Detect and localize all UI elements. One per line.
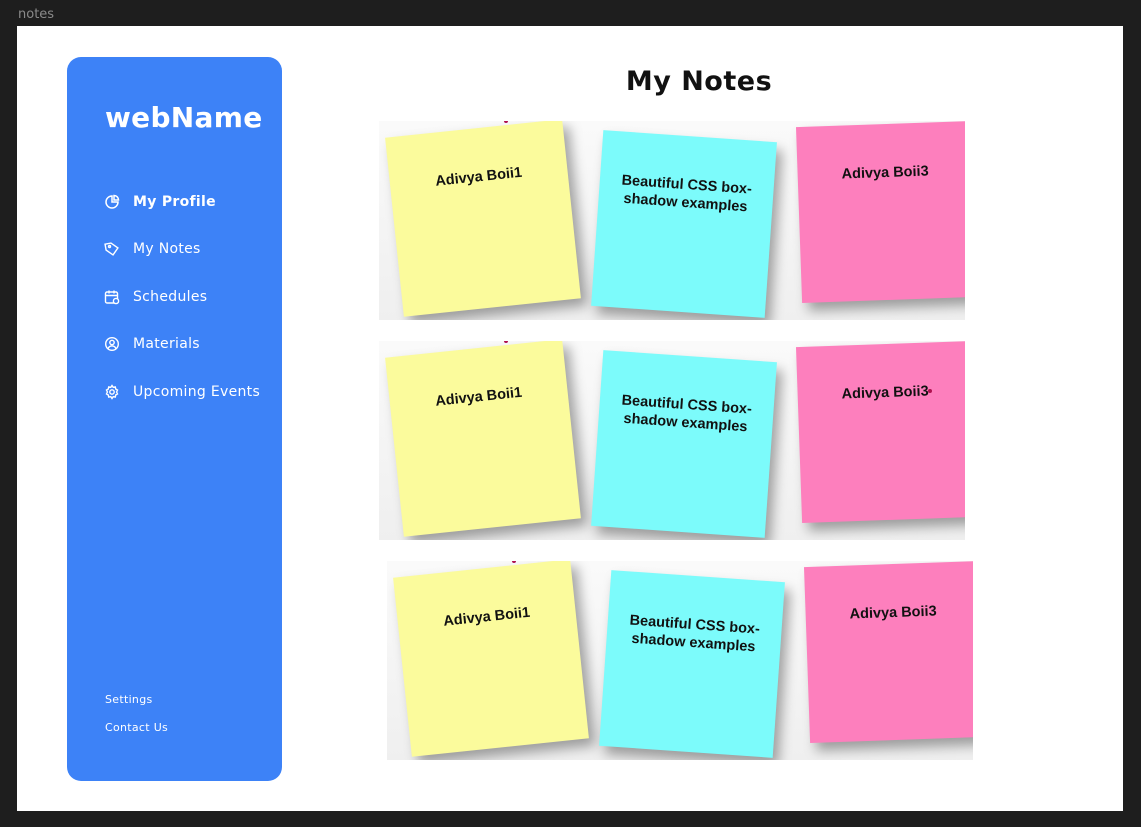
sidebar-item-label: My Notes — [133, 241, 201, 258]
note-text: Adivya Boii1 — [434, 384, 523, 410]
note-text: Beautiful CSS box-shadow examples — [621, 172, 753, 216]
user-circle-icon — [104, 336, 120, 352]
page-title: My Notes — [625, 66, 773, 97]
sidebar-item-label: Upcoming Events — [133, 383, 261, 400]
note-text: Beautiful CSS box-shadow examples — [629, 612, 761, 656]
gear-icon — [104, 383, 120, 400]
sidebar-item-upcoming-events[interactable]: Upcoming Events — [104, 368, 260, 416]
sidebar-item-label: Schedules — [133, 288, 208, 305]
note-text: Adivya Boii3 — [841, 163, 929, 183]
note-card[interactable]: Adivya Boii1 — [385, 121, 581, 317]
pin-icon — [504, 121, 508, 123]
note-text: Beautiful CSS box-shadow examples — [621, 392, 753, 436]
contact-us-link[interactable]: Contact Us — [105, 721, 168, 749]
note-text: Adivya Boii3 — [841, 383, 929, 403]
pin-icon — [512, 561, 516, 563]
calendar-icon — [104, 289, 120, 305]
sidebar-item-label: Materials — [133, 336, 200, 353]
note-card[interactable]: Adivya Boii1 — [385, 341, 581, 537]
notes-row: Adivya Boii1 Beautiful CSS box-shadow ex… — [387, 561, 973, 760]
sidebar: webName My Profile My Notes Schedules Ma… — [67, 57, 282, 781]
note-card[interactable]: Adivya Boii3 — [795, 121, 965, 304]
note-text: Adivya Boii1 — [442, 604, 531, 630]
sidebar-item-schedules[interactable]: Schedules — [104, 273, 260, 321]
note-text: Adivya Boii3 — [849, 603, 937, 623]
note-card[interactable]: Adivya Boii1 — [393, 561, 589, 757]
note-card[interactable]: Beautiful CSS box-shadow examples — [599, 570, 785, 758]
window-title: notes — [18, 7, 55, 22]
sidebar-item-materials[interactable]: Materials — [104, 321, 260, 369]
note-card[interactable]: Beautiful CSS box-shadow examples — [591, 130, 777, 318]
pin-icon — [504, 341, 508, 343]
note-card[interactable]: Beautiful CSS box-shadow examples — [591, 350, 777, 538]
notes-row: Adivya Boii1 Beautiful CSS box-shadow ex… — [379, 121, 965, 320]
note-card[interactable]: Adivya Boii3 — [803, 561, 973, 744]
pin-icon — [928, 389, 932, 393]
sidebar-item-label: My Profile — [133, 193, 216, 210]
note-card[interactable]: Adivya Boii3 — [795, 341, 965, 524]
sidebar-nav: My Profile My Notes Schedules Materials — [104, 178, 260, 416]
brand-logo[interactable]: webName — [105, 101, 263, 134]
sidebar-item-my-profile[interactable]: My Profile — [104, 178, 260, 226]
app-canvas: webName My Profile My Notes Schedules Ma… — [17, 26, 1123, 811]
sidebar-item-my-notes[interactable]: My Notes — [104, 226, 260, 274]
notes-row: Adivya Boii1 Beautiful CSS box-shadow ex… — [379, 341, 965, 540]
note-text: Adivya Boii1 — [434, 164, 523, 190]
tag-icon — [104, 241, 120, 257]
pie-chart-icon — [104, 194, 120, 210]
settings-link[interactable]: Settings — [105, 693, 168, 721]
sidebar-footer: Settings Contact Us — [105, 693, 168, 749]
